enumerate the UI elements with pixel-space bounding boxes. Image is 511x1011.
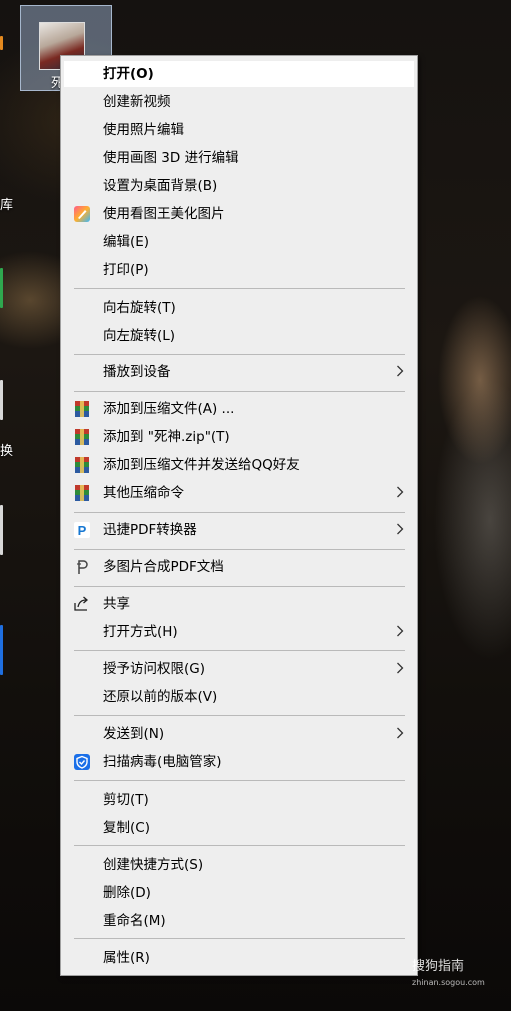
menu-separator — [74, 715, 405, 716]
menu-separator — [74, 780, 405, 781]
menu-separator — [74, 354, 405, 355]
menu-item-label: 添加到 "死神.zip"(T) — [103, 429, 230, 445]
menu-item-label: 使用照片编辑 — [103, 122, 184, 138]
menu-item-label: 多图片合成PDF文档 — [103, 559, 224, 575]
chevron-right-icon — [397, 523, 404, 535]
menu-item-label: 扫描病毒(电脑管家) — [103, 754, 222, 770]
winrar-icon — [73, 456, 91, 474]
menu-item-label: 重命名(M) — [103, 913, 166, 929]
context-menu: 打开(O) 创建新视频 使用照片编辑 使用画图 3D 进行编辑 设置为桌面背景(… — [60, 55, 418, 976]
xunjie-pdf-icon: P — [73, 521, 91, 539]
share-icon — [73, 595, 91, 613]
menu-item-label: 使用看图王美化图片 — [103, 206, 225, 222]
menu-item-edit-with-paint3d[interactable]: 使用画图 3D 进行编辑 — [64, 145, 414, 171]
svg-text:P: P — [78, 523, 87, 538]
menu-item-xunjie-pdf[interactable]: P 迅捷PDF转换器 — [64, 517, 414, 543]
menu-item-add-to-archive[interactable]: 添加到压缩文件(A) ... — [64, 396, 414, 422]
menu-item-label: 向左旋转(L) — [103, 328, 176, 344]
menu-item-send-to[interactable]: 发送到(N) — [64, 721, 414, 747]
winrar-icon — [73, 428, 91, 446]
menu-item-share[interactable]: 共享 — [64, 591, 414, 617]
menu-separator — [74, 288, 405, 289]
menu-item-label: 发送到(N) — [103, 726, 165, 742]
menu-item-label: 播放到设备 — [103, 364, 171, 380]
desktop-edge-item — [0, 380, 3, 420]
menu-item-create-shortcut[interactable]: 创建快捷方式(S) — [64, 852, 414, 878]
menu-separator — [74, 549, 405, 550]
menu-item-label: 添加到压缩文件(A) ... — [103, 401, 235, 417]
menu-item-label: 授予访问权限(G) — [103, 661, 205, 677]
menu-item-label: 还原以前的版本(V) — [103, 689, 218, 705]
winrar-icon — [73, 484, 91, 502]
watermark-brand: 搜狗指南 — [412, 959, 465, 974]
menu-item-label: 删除(D) — [103, 885, 151, 901]
desktop-edge-item — [0, 268, 3, 308]
chevron-right-icon — [397, 365, 404, 377]
menu-item-other-archive-commands[interactable]: 其他压缩命令 — [64, 480, 414, 506]
menu-separator — [74, 650, 405, 651]
menu-item-delete[interactable]: 删除(D) — [64, 880, 414, 906]
menu-item-label: 剪切(T) — [103, 792, 149, 808]
menu-item-create-video[interactable]: 创建新视频 — [64, 89, 414, 115]
menu-item-label: 复制(C) — [103, 820, 150, 836]
menu-separator — [74, 391, 405, 392]
menu-separator — [74, 586, 405, 587]
menu-item-rename[interactable]: 重命名(M) — [64, 908, 414, 934]
menu-item-kantu-beautify[interactable]: 使用看图王美化图片 — [64, 201, 414, 227]
menu-item-properties[interactable]: 属性(R) — [64, 945, 414, 971]
menu-separator — [74, 845, 405, 846]
menu-item-label: 打开(O) — [103, 66, 154, 82]
menu-item-grant-access[interactable]: 授予访问权限(G) — [64, 656, 414, 682]
menu-separator — [74, 938, 405, 939]
chevron-right-icon — [397, 662, 404, 674]
menu-item-label: 创建新视频 — [103, 94, 171, 110]
desktop-edge-item — [0, 36, 3, 50]
menu-separator — [74, 512, 405, 513]
menu-item-rotate-left[interactable]: 向左旋转(L) — [64, 323, 414, 349]
pdf-merge-icon — [73, 558, 91, 576]
desktop-edge-item — [0, 505, 3, 555]
menu-item-label: 其他压缩命令 — [103, 485, 184, 501]
menu-item-archive-send-qq[interactable]: 添加到压缩文件并发送给QQ好友 — [64, 452, 414, 478]
menu-item-rotate-right[interactable]: 向右旋转(T) — [64, 295, 414, 321]
menu-item-open-with[interactable]: 打开方式(H) — [64, 619, 414, 645]
menu-item-label: 创建快捷方式(S) — [103, 857, 204, 873]
tencent-shield-icon — [73, 753, 91, 771]
menu-item-cut[interactable]: 剪切(T) — [64, 787, 414, 813]
menu-item-label: 设置为桌面背景(B) — [103, 178, 218, 194]
chevron-right-icon — [397, 727, 404, 739]
menu-item-set-desktop-background[interactable]: 设置为桌面背景(B) — [64, 173, 414, 199]
kantu-icon — [73, 205, 91, 223]
chevron-right-icon — [397, 625, 404, 637]
winrar-icon — [73, 400, 91, 418]
desktop-edge-label: 换 — [0, 444, 14, 459]
menu-item-merge-pdf[interactable]: 多图片合成PDF文档 — [64, 554, 414, 580]
desktop-edge-item — [0, 625, 3, 675]
menu-item-restore-previous-versions[interactable]: 还原以前的版本(V) — [64, 684, 414, 710]
menu-item-print[interactable]: 打印(P) — [64, 257, 414, 283]
menu-item-edit[interactable]: 编辑(E) — [64, 229, 414, 255]
menu-item-label: 打开方式(H) — [103, 624, 178, 640]
menu-item-edit-with-photos[interactable]: 使用照片编辑 — [64, 117, 414, 143]
menu-item-label: 打印(P) — [103, 262, 149, 278]
menu-item-label: 属性(R) — [103, 950, 150, 966]
menu-item-copy[interactable]: 复制(C) — [64, 815, 414, 841]
menu-item-scan-virus[interactable]: 扫描病毒(电脑管家) — [64, 749, 414, 775]
menu-item-label: 共享 — [103, 596, 130, 612]
menu-item-cast-to-device[interactable]: 播放到设备 — [64, 359, 414, 385]
menu-item-add-to-zip[interactable]: 添加到 "死神.zip"(T) — [64, 424, 414, 450]
sogou-watermark: 搜狗指南 zhinan.sogou.com — [412, 955, 485, 987]
menu-item-label: 编辑(E) — [103, 234, 150, 250]
menu-item-label: 使用画图 3D 进行编辑 — [103, 150, 239, 166]
menu-item-label: 向右旋转(T) — [103, 300, 176, 316]
watermark-url: zhinan.sogou.com — [412, 978, 485, 987]
menu-item-label: 迅捷PDF转换器 — [103, 522, 197, 538]
desktop-edge-label: 库 — [0, 198, 14, 213]
menu-item-label: 添加到压缩文件并发送给QQ好友 — [103, 457, 300, 473]
menu-item-open[interactable]: 打开(O) — [64, 61, 414, 87]
chevron-right-icon — [397, 486, 404, 498]
